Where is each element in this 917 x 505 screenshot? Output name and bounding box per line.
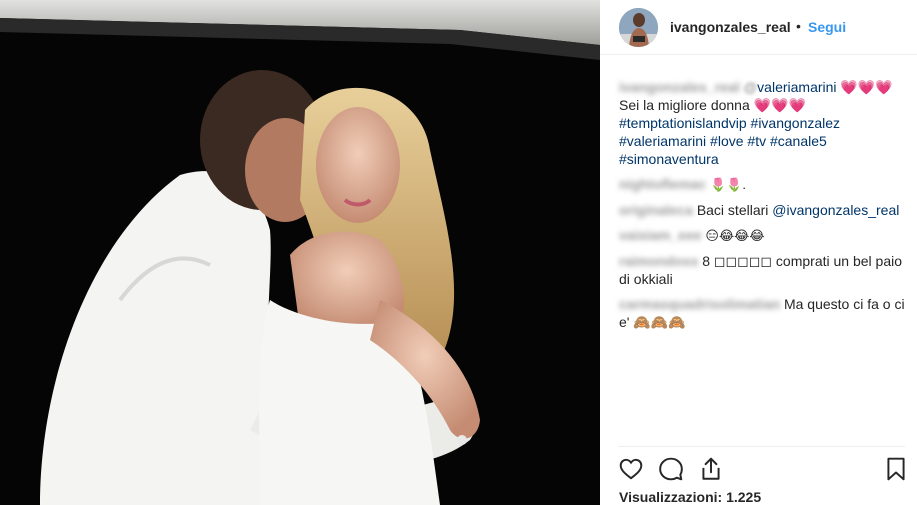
post-header: ivangonzales_real • Segui xyxy=(600,0,917,55)
comment-icon xyxy=(659,457,683,481)
hashtag[interactable]: #tv xyxy=(747,133,766,149)
comment-text: Baci stellari xyxy=(696,202,773,218)
caption: ivangonzales_real @valeriamarini 💗💗💗 Sei… xyxy=(619,78,909,168)
caption-blurred-mention: @ xyxy=(743,79,758,95)
comment-text: 🌷🌷. xyxy=(710,177,747,192)
post-username[interactable]: ivangonzales_real xyxy=(670,19,791,35)
hashtag[interactable]: #love xyxy=(710,133,743,149)
caption-mention[interactable]: valeriamarini xyxy=(757,79,836,95)
comment-text: 😑😂😂😂 xyxy=(705,228,765,243)
bookmark-icon xyxy=(887,457,905,481)
heart-icon xyxy=(619,458,643,480)
comment-button[interactable] xyxy=(658,456,684,482)
video-frame-image xyxy=(0,0,600,505)
caption-username[interactable]: ivangonzales_real xyxy=(619,78,740,96)
comment-mention[interactable]: @ivangonzales_real xyxy=(772,202,899,218)
section-divider xyxy=(618,446,905,447)
comment-username[interactable]: raimondoss xyxy=(619,252,698,270)
comment-username[interactable]: nightoflemac xyxy=(619,175,706,193)
follow-button[interactable]: Segui xyxy=(808,19,846,35)
caption-text: Sei la migliore donna xyxy=(619,97,750,113)
comment-username[interactable]: originaleca xyxy=(619,201,693,219)
avatar-image xyxy=(619,8,658,47)
comment-item: carmasquadrisolimatian Ma questo ci fa o… xyxy=(619,295,909,331)
like-button[interactable] xyxy=(618,456,644,482)
hashtag[interactable]: #ivangonzalez xyxy=(751,115,841,131)
comment-item: raimondoss 8 ◻◻◻◻◻ comprati un bel paio … xyxy=(619,252,909,288)
avatar[interactable] xyxy=(619,8,658,47)
heart-emoji: 💗💗💗 xyxy=(840,79,893,95)
comment-username[interactable]: vaisiam_eee xyxy=(619,226,702,244)
hashtag[interactable]: #temptationislandvip xyxy=(619,115,747,131)
comment-item: nightoflemac 🌷🌷. xyxy=(619,175,909,194)
comment-item: vaisiam_eee 😑😂😂😂 xyxy=(619,226,909,245)
hashtag[interactable]: #canale5 xyxy=(770,133,827,149)
heart-emoji: 💗💗💗 xyxy=(753,97,806,113)
share-icon xyxy=(702,457,720,480)
share-button[interactable] xyxy=(698,456,724,482)
comment-list: ivangonzales_real @valeriamarini 💗💗💗 Sei… xyxy=(619,78,909,338)
post-video[interactable] xyxy=(0,0,600,505)
comment-username[interactable]: carmasquadrisolimatian xyxy=(619,295,780,313)
view-count[interactable]: Visualizzazioni: 1.225 xyxy=(619,489,761,505)
separator-dot: • xyxy=(796,18,801,34)
hashtag[interactable]: #simonaventura xyxy=(619,151,719,167)
hashtag[interactable]: #valeriamarini xyxy=(619,133,706,149)
post-side-panel: ivangonzales_real • Segui ivangonzales_r… xyxy=(600,0,917,505)
comment-item: originaleca Baci stellari @ivangonzales_… xyxy=(619,201,909,219)
action-bar xyxy=(600,452,917,484)
save-button[interactable] xyxy=(883,456,909,482)
